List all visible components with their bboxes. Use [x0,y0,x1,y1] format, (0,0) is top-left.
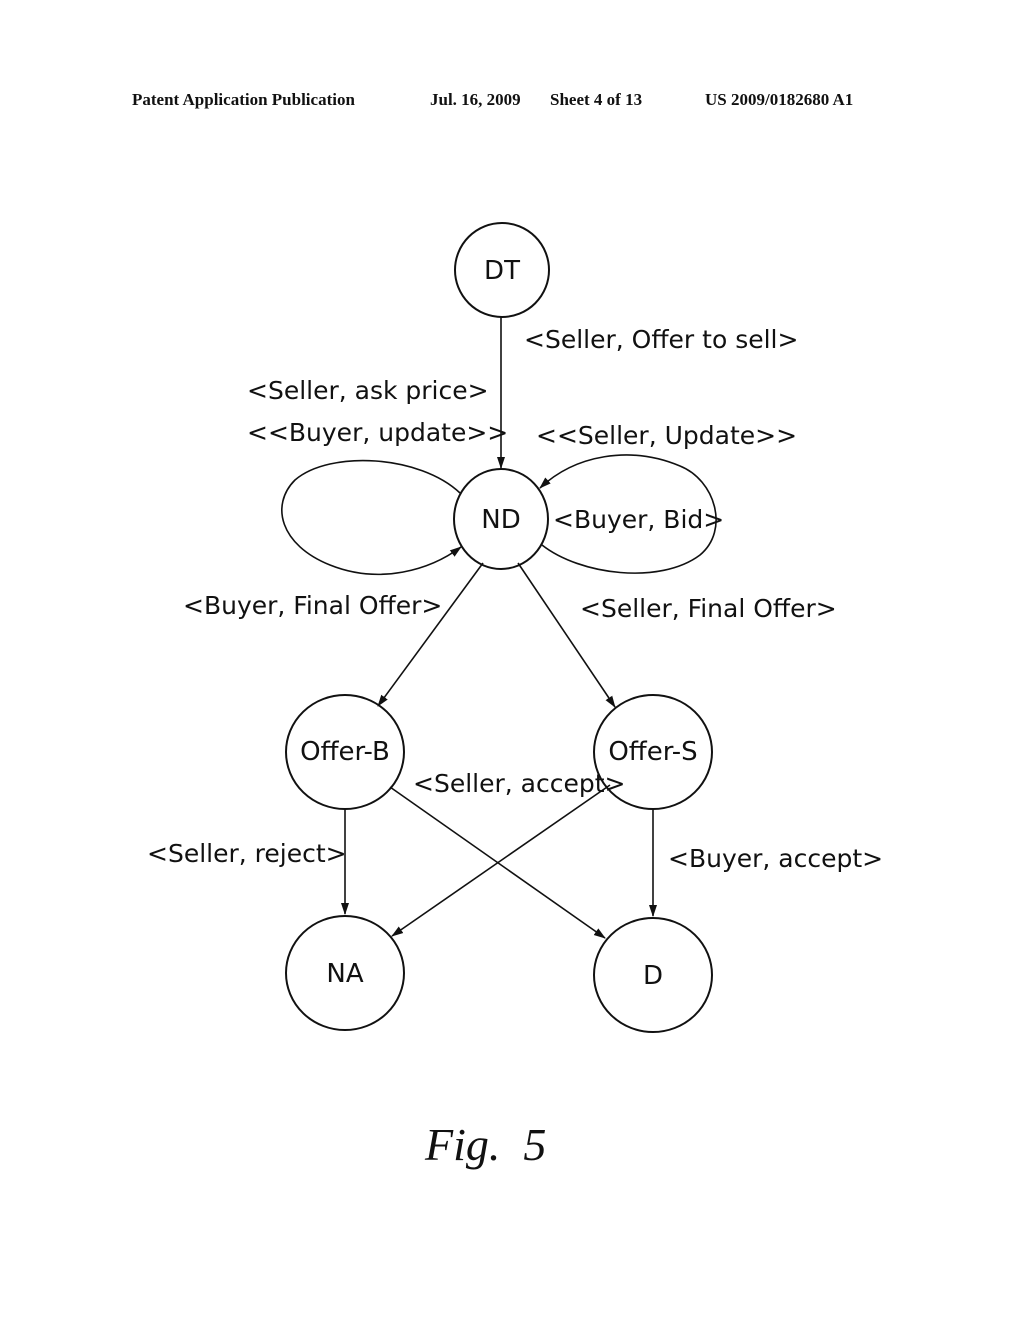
edge-nd-offer-s [517,562,616,708]
edge-label-buyer-accept: <Buyer, accept> [668,844,883,873]
node-d-label: D [643,961,663,991]
edge-label-buyer-final-offer: <Buyer, Final Offer> [183,591,442,620]
edge-label-seller-accept: <Seller, accept> [413,769,625,798]
edge-label-buyer-bid: <Buyer, Bid> [553,505,724,534]
node-d: D [593,917,713,1033]
node-nd: ND [453,468,549,570]
edge-nd-offer-b [377,562,484,707]
node-dt: DT [454,222,550,318]
node-offer-b: Offer-B [285,694,405,810]
edge-label-buyer-update: <<Buyer, update>> [247,418,508,447]
node-na: NA [285,915,405,1031]
edge-offer-s-na [391,784,611,937]
node-offer-b-label: Offer-B [300,737,390,767]
node-dt-label: DT [484,256,520,286]
node-nd-label: ND [481,505,520,535]
edge-label-seller-final-offer: <Seller, Final Offer> [580,594,837,623]
edge-label-seller-update: <<Seller, Update>> [536,421,797,450]
edge-label-offer-to-sell: <Seller, Offer to sell> [524,325,798,354]
edge-label-ask-price: <Seller, ask price> [247,376,489,405]
edge-nd-self-left [281,459,462,576]
edge-label-seller-reject: <Seller, reject> [147,839,347,868]
node-offer-s-label: Offer-S [608,737,697,767]
figure-caption: Fig. 5 [425,1119,547,1170]
node-na-label: NA [326,959,363,989]
